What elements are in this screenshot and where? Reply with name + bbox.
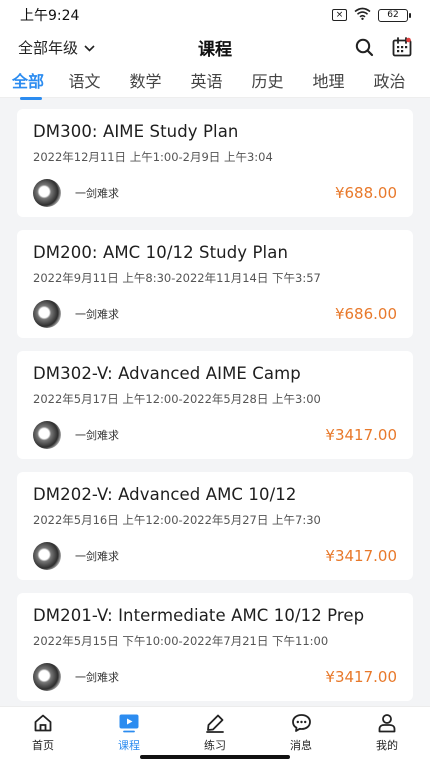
course-card[interactable]: DM302-V: Advanced AIME Camp 2022年5月17日 上… [17, 351, 413, 459]
tab-chinese[interactable]: 语文 [54, 64, 115, 92]
tab-history[interactable]: 历史 [237, 64, 298, 92]
course-time: 2022年5月17日 上午12:00-2022年5月28日 上午3:00 [33, 392, 321, 406]
grade-filter-dropdown[interactable]: 全部年级 [18, 37, 95, 58]
nav-practice-label: 练习 [204, 739, 226, 752]
course-time: 2022年12月11日 上午1:00-2月9日 上午3:04 [33, 150, 273, 164]
battery-icon: 62 [378, 8, 411, 22]
course-card[interactable]: DM201-V: Intermediate AMC 10/12 Prep 202… [17, 593, 413, 701]
header-actions [355, 37, 412, 57]
nav-course-label: 课程 [118, 739, 140, 752]
page-title: 课程 [198, 39, 232, 60]
status-icons: × 62 [332, 7, 411, 23]
avatar [33, 179, 61, 207]
nav-home-label: 首页 [32, 739, 54, 752]
profile-icon [376, 712, 398, 734]
course-footer: 一剑难求 ¥3417.00 [33, 421, 397, 449]
teacher-info: 一剑难求 [33, 179, 119, 207]
notification-x-icon: × [332, 9, 347, 21]
course-card[interactable]: DM202-V: Advanced AMC 10/12 2022年5月16日 上… [17, 472, 413, 580]
course-title: DM302-V: Advanced AIME Camp [33, 364, 301, 383]
course-video-icon [118, 712, 140, 734]
tab-all[interactable]: 全部 [12, 64, 54, 100]
teacher-name: 一剑难求 [75, 429, 119, 442]
course-price: ¥686.00 [334, 305, 397, 323]
course-time: 2022年5月15日 下午10:00-2022年7月21日 下午11:00 [33, 634, 329, 648]
course-time: 2022年9月11日 上午8:30-2022年11月14日 下午3:57 [33, 271, 321, 285]
teacher-name: 一剑难求 [75, 187, 119, 200]
tab-math[interactable]: 数学 [115, 64, 176, 92]
nav-messages-label: 消息 [290, 739, 312, 752]
teacher-name: 一剑难求 [75, 308, 119, 321]
teacher-info: 一剑难求 [33, 421, 119, 449]
message-icon [290, 712, 312, 734]
calendar-icon[interactable] [392, 37, 412, 57]
nav-profile[interactable]: 我的 [357, 712, 417, 765]
avatar [33, 663, 61, 691]
tab-politics[interactable]: 政治 [359, 64, 420, 92]
teacher-info: 一剑难求 [33, 663, 119, 691]
battery-level: 62 [387, 10, 399, 20]
course-footer: 一剑难求 ¥686.00 [33, 300, 397, 328]
pencil-icon [204, 712, 226, 734]
header: 全部年级 课程 [0, 30, 430, 64]
teacher-name: 一剑难求 [75, 671, 119, 684]
course-price: ¥688.00 [334, 184, 397, 202]
course-card[interactable]: DM200: AMC 10/12 Study Plan 2022年9月11日 上… [17, 230, 413, 338]
course-footer: 一剑难求 ¥688.00 [33, 179, 397, 207]
avatar [33, 300, 61, 328]
course-card[interactable]: DM300: AIME Study Plan 2022年12月11日 上午1:0… [17, 109, 413, 217]
course-title: DM200: AMC 10/12 Study Plan [33, 243, 289, 262]
course-price: ¥3417.00 [325, 426, 397, 444]
avatar [33, 542, 61, 570]
course-price: ¥3417.00 [325, 668, 397, 686]
avatar [33, 421, 61, 449]
course-title: DM202-V: Advanced AMC 10/12 [33, 485, 297, 504]
course-footer: 一剑难求 ¥3417.00 [33, 542, 397, 570]
wifi-icon [354, 7, 371, 23]
home-icon [32, 712, 54, 734]
subject-tabs: 全部 语文 数学 英语 历史 地理 政治 [0, 64, 430, 100]
teacher-info: 一剑难求 [33, 300, 119, 328]
course-title: DM300: AIME Study Plan [33, 122, 239, 141]
grade-filter-label: 全部年级 [18, 38, 79, 57]
course-list: DM300: AIME Study Plan 2022年12月11日 上午1:0… [0, 98, 430, 701]
tab-geography[interactable]: 地理 [298, 64, 359, 92]
chevron-down-icon [84, 38, 95, 56]
nav-home[interactable]: 首页 [13, 712, 73, 765]
nav-profile-label: 我的 [376, 739, 398, 752]
status-bar: 上午9:24 × 62 [0, 0, 430, 30]
search-icon[interactable] [355, 38, 374, 57]
status-time: 上午9:24 [20, 8, 80, 24]
tab-english[interactable]: 英语 [176, 64, 237, 92]
course-title: DM201-V: Intermediate AMC 10/12 Prep [33, 606, 365, 625]
teacher-info: 一剑难求 [33, 542, 119, 570]
home-indicator[interactable] [140, 755, 290, 759]
teacher-name: 一剑难求 [75, 550, 119, 563]
course-price: ¥3417.00 [325, 547, 397, 565]
course-footer: 一剑难求 ¥3417.00 [33, 663, 397, 691]
course-time: 2022年5月16日 上午12:00-2022年5月27日 上午7:30 [33, 513, 321, 527]
